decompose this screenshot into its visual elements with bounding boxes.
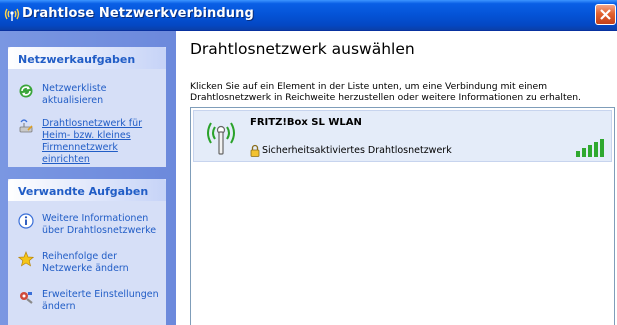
task-refresh-network-list[interactable]: Netzwerkliste aktualisieren	[18, 83, 168, 106]
task-advanced-settings[interactable]: Erweiterte Einstellungen ändern	[18, 289, 168, 315]
task-more-info-label: Weitere Informationen über Drahtlosnetzw…	[42, 213, 157, 236]
main-content: Drahtlosnetzwerk auswählen Klicken Sie a…	[176, 31, 617, 325]
wireless-network-icon	[4, 8, 20, 21]
signal-bar	[594, 142, 598, 157]
refresh-icon	[19, 84, 33, 98]
task-change-order-label: Reihenfolge der Netzwerke ändern	[42, 251, 129, 274]
close-icon	[600, 9, 611, 20]
task-change-order[interactable]: Reihenfolge der Netzwerke ändern	[18, 251, 168, 277]
info-icon	[18, 213, 34, 229]
task-more-info[interactable]: Weitere Informationen über Drahtlosnetzw…	[18, 213, 168, 239]
signal-bar	[576, 151, 580, 157]
network-list[interactable]: FRITZ!Box SL WLAN Sicherheitsaktiviertes…	[190, 107, 615, 325]
wireless-antenna-icon	[207, 122, 235, 155]
task-pane: Netzwerkaufgaben Netzwerkliste aktualisi…	[0, 31, 176, 325]
star-icon	[18, 251, 34, 267]
page-title: Drahtlosnetzwerk auswählen	[190, 40, 415, 58]
task-setup-label: Drahtlosnetzwerk für Heim- bzw. kleines …	[42, 118, 143, 165]
network-tasks-header[interactable]: Netzwerkaufgaben	[8, 47, 166, 69]
task-refresh-label: Netzwerkliste aktualisieren	[42, 83, 107, 106]
task-advanced-settings-label: Erweiterte Einstellungen ändern	[42, 289, 159, 312]
close-button[interactable]	[595, 4, 616, 25]
title-bar[interactable]: Drahtlose Netzwerkverbindung	[0, 0, 617, 31]
network-tasks-title: Netzwerkaufgaben	[18, 53, 136, 66]
task-setup-wireless-network[interactable]: Drahtlosnetzwerk für Heim- bzw. kleines …	[18, 118, 168, 165]
signal-bar	[588, 145, 592, 157]
network-tasks-group: Netzwerkaufgaben Netzwerkliste aktualisi…	[8, 47, 166, 167]
related-tasks-title: Verwandte Aufgaben	[18, 185, 149, 198]
network-security-status: Sicherheitsaktiviertes Drahtlosnetzwerk	[262, 145, 452, 156]
signal-bar	[582, 148, 586, 157]
settings-icon	[20, 292, 33, 304]
related-tasks-header[interactable]: Verwandte Aufgaben	[8, 179, 166, 201]
network-ssid: FRITZ!Box SL WLAN	[250, 117, 362, 128]
instructions-text: Klicken Sie auf ein Element in der Liste…	[190, 81, 581, 103]
signal-strength-icon	[576, 139, 604, 157]
window-title: Drahtlose Netzwerkverbindung	[22, 6, 254, 21]
lock-icon	[250, 144, 260, 157]
network-list-item[interactable]: FRITZ!Box SL WLAN Sicherheitsaktiviertes…	[193, 110, 612, 162]
setup-wizard-icon	[19, 119, 33, 133]
signal-bar	[600, 139, 604, 157]
related-tasks-group: Verwandte Aufgaben Weitere Informationen…	[8, 179, 166, 325]
